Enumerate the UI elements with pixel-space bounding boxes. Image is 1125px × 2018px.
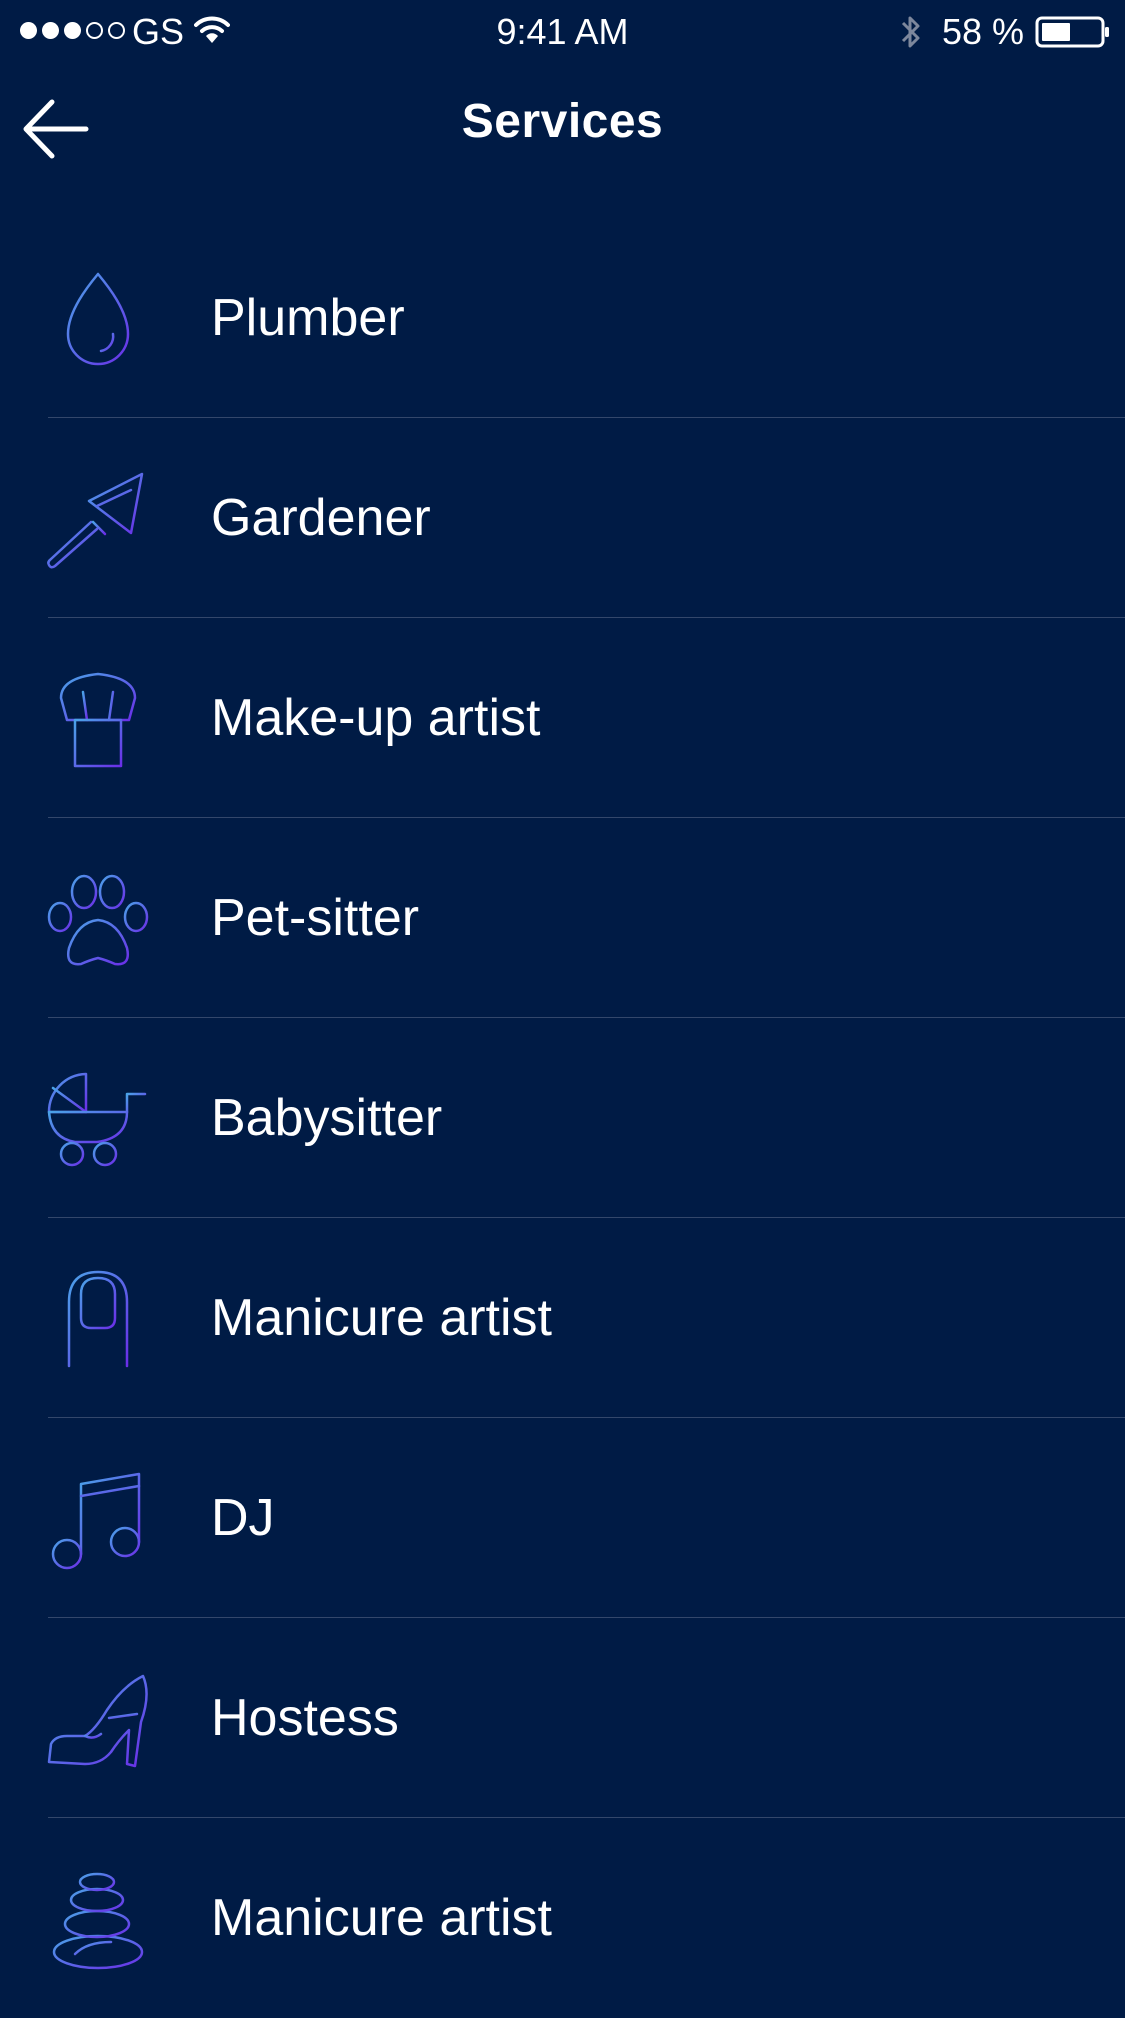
stroller-icon [47, 1072, 147, 1167]
service-item-pet-sitter[interactable]: Pet-sitter [0, 818, 1125, 1018]
services-list: Plumber Gardener Make-up artist Pet-sitt… [0, 218, 1125, 2018]
service-item-babysitter[interactable]: Babysitter [0, 1018, 1125, 1218]
service-label: Make-up artist [211, 689, 541, 747]
service-item-makeup-artist[interactable]: Make-up artist [0, 618, 1125, 818]
service-label: Babysitter [211, 1089, 443, 1147]
service-item-plumber[interactable]: Plumber [0, 218, 1125, 418]
page-title: Services [461, 95, 664, 148]
service-label: Pet-sitter [211, 889, 420, 947]
service-label: Manicure artist [211, 1289, 552, 1347]
water-drop-icon [66, 272, 130, 366]
bluetooth-icon [901, 16, 920, 48]
high-heel-icon [47, 1674, 148, 1768]
music-note-icon [51, 1472, 141, 1570]
makeup-brush-icon [59, 672, 137, 768]
paw-icon [47, 874, 149, 966]
service-label: Plumber [211, 289, 405, 347]
status-bar: GS 9:41 AM 58 % [0, 0, 1125, 66]
trowel-icon [47, 472, 144, 569]
battery-icon [1035, 16, 1109, 48]
fingernail-icon [67, 1270, 129, 1368]
navigation-bar: Services [0, 66, 1125, 190]
spa-stones-icon [52, 1872, 144, 1970]
battery-percentage: 58 % [942, 11, 1025, 52]
service-item-dj[interactable]: DJ [0, 1418, 1125, 1618]
service-label: Gardener [211, 489, 431, 547]
service-label: Manicure artist [211, 1889, 552, 1947]
service-item-hostess[interactable]: Hostess [0, 1618, 1125, 1818]
service-item-manicure-artist[interactable]: Manicure artist [0, 1218, 1125, 1418]
service-label: DJ [211, 1489, 275, 1547]
service-label: Hostess [211, 1689, 399, 1747]
service-item-gardener[interactable]: Gardener [0, 418, 1125, 618]
service-item-manicure-artist-2[interactable]: Manicure artist [0, 1818, 1125, 2018]
